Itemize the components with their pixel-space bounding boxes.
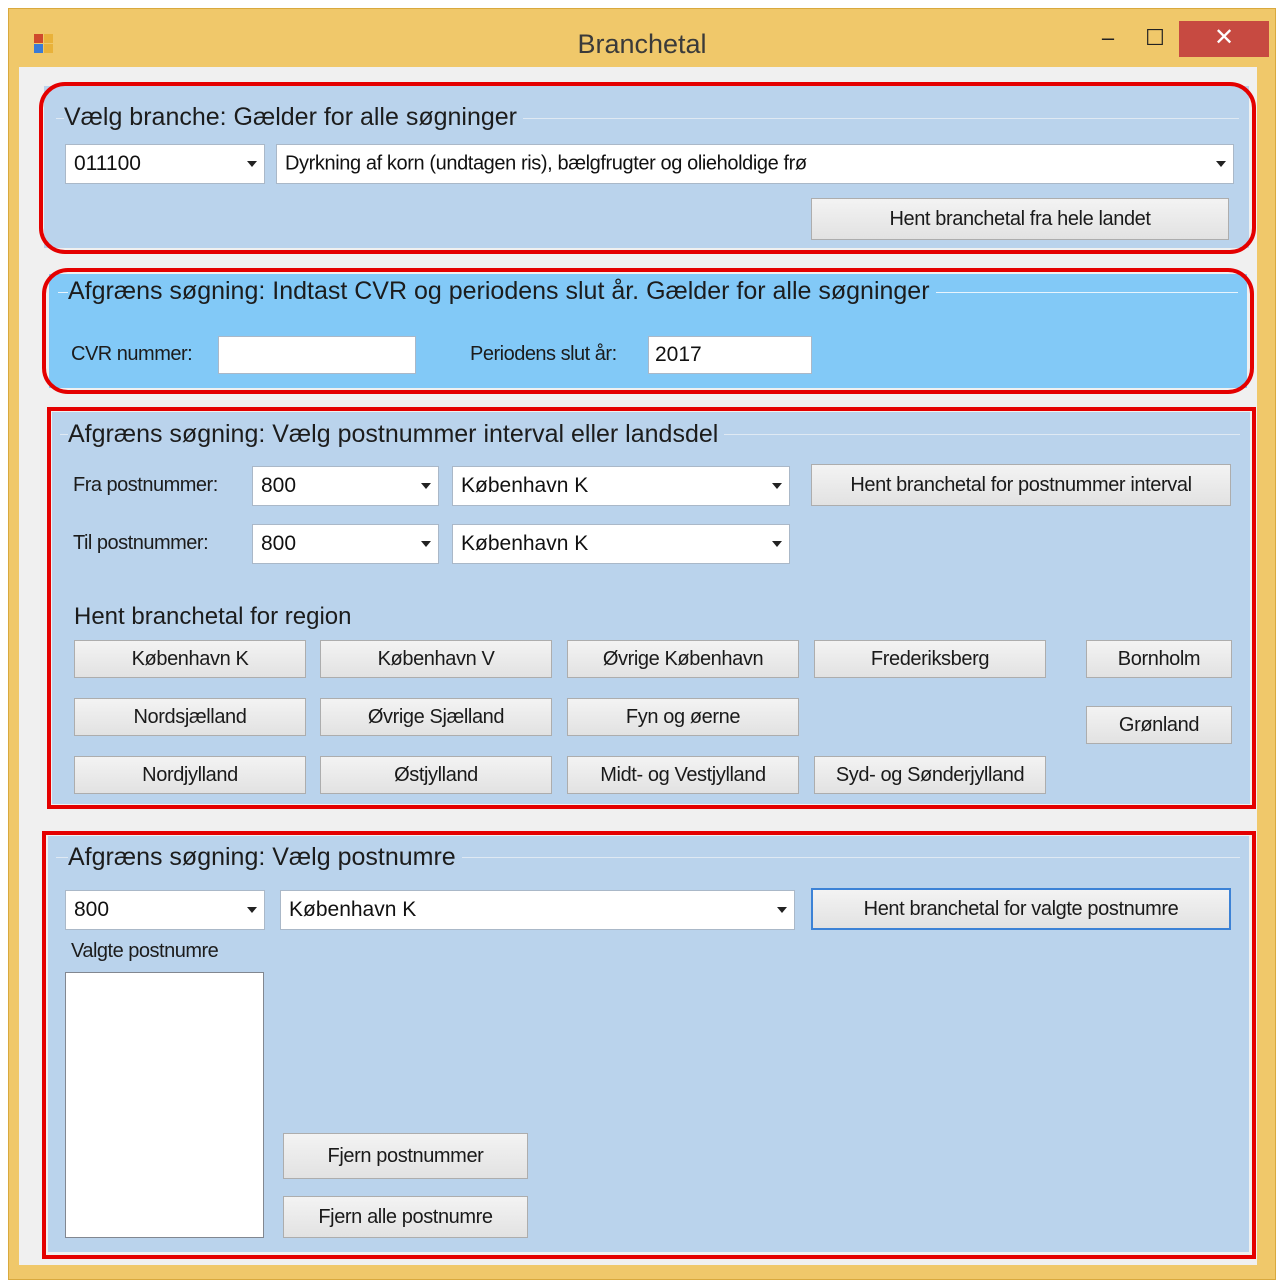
highlight-branche bbox=[39, 82, 1256, 254]
highlight-interval bbox=[47, 407, 1256, 809]
highlight-cvr bbox=[42, 268, 1254, 394]
window-title: Branchetal bbox=[577, 29, 707, 59]
highlight-postnumre bbox=[42, 831, 1256, 1259]
minimize-button[interactable]: – bbox=[1089, 21, 1127, 57]
maximize-button[interactable]: ☐ bbox=[1133, 21, 1177, 57]
close-button[interactable]: ✕ bbox=[1179, 21, 1269, 57]
